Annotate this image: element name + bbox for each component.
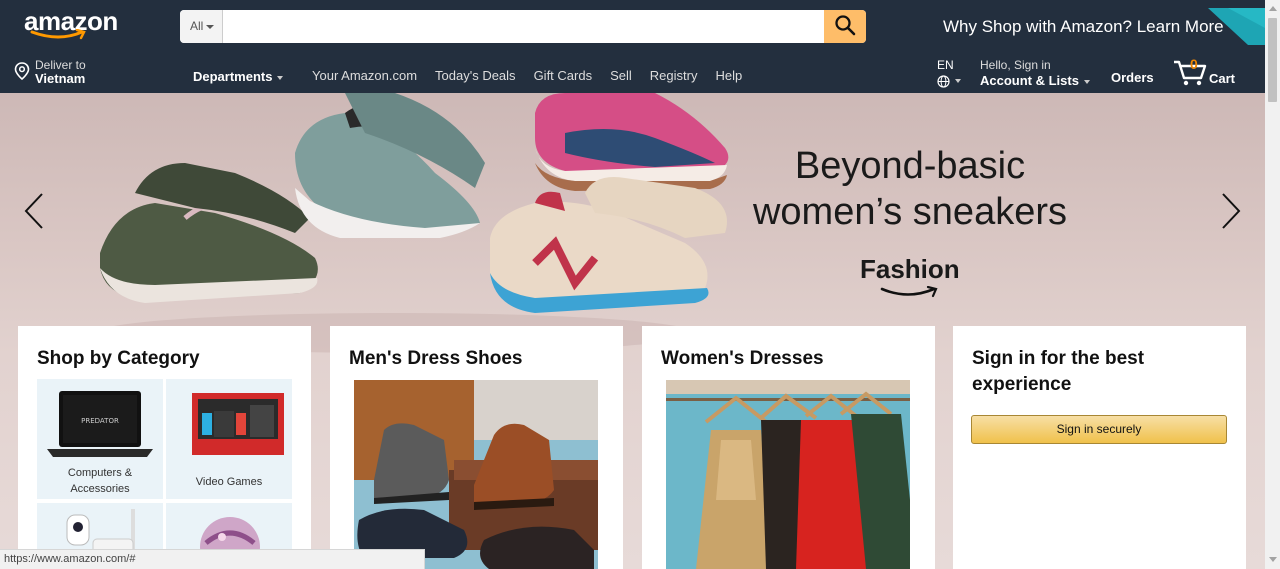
scroll-thumb[interactable] — [1268, 18, 1277, 102]
card-title: Men's Dress Shoes — [349, 348, 523, 369]
card-title: Women's Dresses — [661, 348, 824, 369]
nav-links: Your Amazon.com Today's Deals Gift Cards… — [312, 68, 760, 83]
departments-menu[interactable]: Departments — [193, 69, 284, 84]
hero-headline: Beyond-basic women’s sneakers — [745, 143, 1075, 235]
womens-dresses-image — [666, 380, 910, 569]
mens-shoes-image — [354, 380, 598, 569]
account-greeting: Hello, Sign in — [980, 58, 1051, 72]
chevron-right-icon[interactable] — [1219, 191, 1243, 231]
signin-card: Sign in for the best experience Sign in … — [953, 326, 1246, 569]
chevron-down-icon — [1083, 79, 1090, 84]
hero-smile-icon — [880, 286, 938, 298]
category-label-line2: Accessories — [70, 483, 130, 495]
chevron-left-icon[interactable] — [22, 191, 46, 231]
departments-label: Departments — [193, 69, 273, 84]
cart-count: 0 — [1190, 56, 1198, 72]
vertical-scrollbar[interactable] — [1265, 0, 1280, 569]
orders-link[interactable]: Orders — [1111, 70, 1154, 85]
signin-title-line1: Sign in for the best — [972, 348, 1145, 369]
hero-headline-line1: Beyond-basic — [794, 145, 1026, 187]
womens-dresses-card[interactable]: Women's Dresses — [642, 326, 935, 569]
game-console-image — [192, 393, 284, 455]
globe-icon — [937, 75, 950, 88]
category-label: Video Games — [195, 476, 263, 488]
account-lists-label: Account & Lists — [980, 73, 1079, 88]
chevron-down-icon — [277, 75, 284, 80]
nav-link-help[interactable]: Help — [715, 68, 742, 83]
mens-dress-shoes-card[interactable]: Men's Dress Shoes — [330, 326, 623, 569]
nav-link-your-amazon[interactable]: Your Amazon.com — [312, 68, 417, 83]
scroll-down-arrow-icon[interactable] — [1269, 557, 1277, 562]
chevron-down-icon — [955, 78, 961, 83]
sign-in-securely-button[interactable]: Sign in securely — [971, 415, 1227, 444]
search-input[interactable] — [224, 10, 824, 43]
cart-label: Cart — [1209, 71, 1236, 86]
search-button[interactable] — [824, 10, 866, 43]
hero-headline-line2: women’s sneakers — [752, 191, 1067, 233]
language-code: EN — [937, 58, 954, 72]
browser-status-url: https://www.amazon.com/# — [0, 549, 425, 569]
sneakers-image — [95, 93, 729, 353]
nav-link-sell[interactable]: Sell — [610, 68, 632, 83]
deliver-country: Vietnam — [35, 71, 86, 86]
category-grid: PREDATOR Computers & Accessories Video G… — [37, 379, 293, 569]
hero-subtitle: Fashion — [860, 254, 960, 284]
svg-text:PREDATOR: PREDATOR — [81, 417, 119, 425]
signin-title-line2: experience — [972, 374, 1072, 395]
shop-by-category-card: Shop by Category PREDATOR Computers & Ac… — [18, 326, 311, 569]
category-label-line1: Computers & — [67, 467, 133, 479]
laptop-image: PREDATOR — [47, 391, 153, 457]
nav-link-todays-deals[interactable]: Today's Deals — [435, 68, 516, 83]
search-bar: All — [180, 10, 866, 43]
search-icon — [835, 15, 856, 36]
nav-link-gift-cards[interactable]: Gift Cards — [534, 68, 593, 83]
language-selector[interactable]: EN — [937, 58, 961, 90]
location-pin-icon — [14, 62, 30, 80]
search-category-dropdown[interactable]: All — [180, 10, 223, 43]
promo-link[interactable]: Why Shop with Amazon? Learn More — [943, 17, 1224, 37]
category-tile-video-games[interactable]: Video Games — [166, 379, 292, 499]
nav-top-bar: amazon All Why Shop with Amazon? Learn M… — [0, 0, 1265, 50]
signin-title: Sign in for the best experience — [972, 346, 1144, 398]
search-category-label: All — [190, 19, 204, 33]
nav-link-registry[interactable]: Registry — [650, 68, 698, 83]
account-lists-menu[interactable]: Hello, Sign in Account & Lists — [980, 58, 1090, 88]
category-tile-computers[interactable]: PREDATOR Computers & Accessories — [37, 379, 163, 499]
scroll-up-arrow-icon[interactable] — [1269, 6, 1277, 11]
promo-ribbon-icon — [1208, 8, 1265, 45]
deliver-label: Deliver to — [35, 58, 86, 72]
logo-smile-icon — [30, 29, 86, 40]
chevron-down-icon — [206, 24, 215, 29]
card-title: Shop by Category — [37, 348, 200, 369]
